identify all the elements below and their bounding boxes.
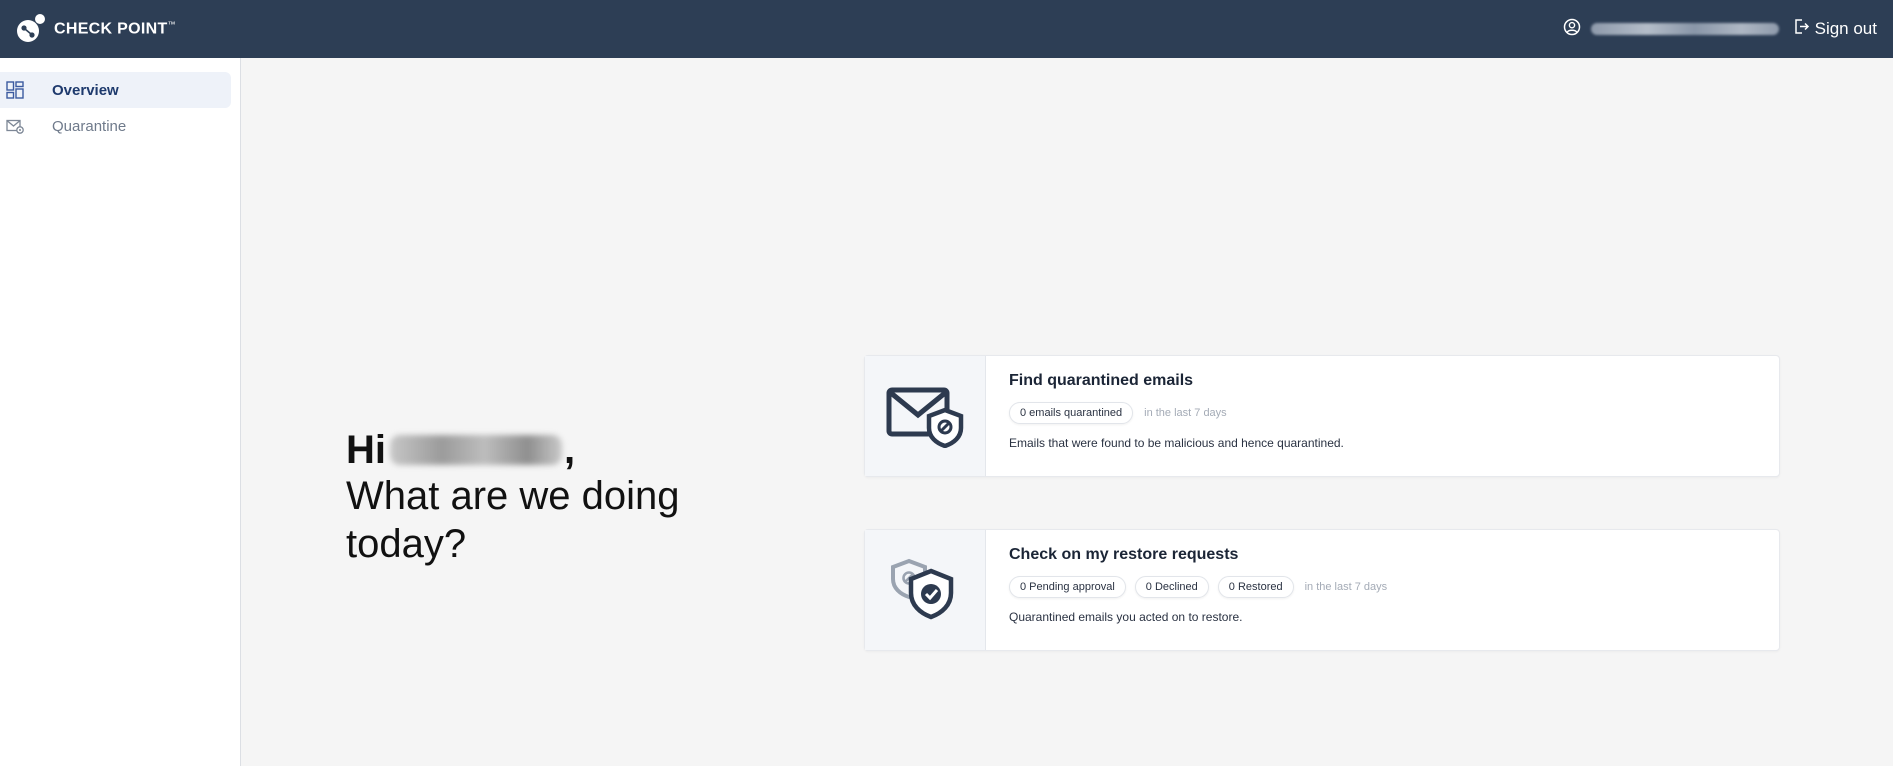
card-title: Check on my restore requests bbox=[1009, 546, 1239, 563]
user-menu[interactable] bbox=[1563, 18, 1779, 41]
sidebar-item-label: Quarantine bbox=[52, 117, 127, 135]
check-point-logo-icon bbox=[14, 12, 48, 46]
emails-quarantined-badge: 0 emails quarantined bbox=[1009, 402, 1134, 424]
restored-badge: 0 Restored bbox=[1217, 576, 1294, 598]
mail-shield-icon bbox=[865, 356, 986, 476]
user-name-redacted bbox=[390, 435, 562, 465]
card-title: Find quarantined emails bbox=[1009, 372, 1194, 389]
user-email-redacted bbox=[1590, 23, 1779, 35]
greeting-question: What are we doing today? bbox=[346, 474, 680, 566]
restore-requests-card[interactable]: Check on my restore requests 0 Pending a… bbox=[864, 529, 1780, 651]
pending-approval-badge: 0 Pending approval bbox=[1009, 576, 1126, 598]
period-label: in the last 7 days bbox=[1304, 581, 1388, 593]
mail-settings-icon bbox=[6, 117, 24, 135]
brand-name: CHECK POINT™ bbox=[54, 19, 176, 38]
period-label: in the last 7 days bbox=[1144, 407, 1227, 419]
user-circle-icon bbox=[1563, 18, 1581, 41]
shield-check-icon bbox=[865, 530, 986, 650]
brand-logo[interactable]: CHECK POINT™ bbox=[14, 12, 176, 46]
sign-out-button[interactable]: Sign out bbox=[1793, 18, 1877, 40]
sign-out-icon bbox=[1793, 18, 1810, 40]
dashboard-icon bbox=[6, 81, 24, 99]
sidebar-item-quarantine[interactable]: Quarantine bbox=[0, 108, 231, 144]
declined-badge: 0 Declined bbox=[1134, 576, 1209, 598]
greeting-comma: , bbox=[564, 428, 576, 472]
sidebar-item-label: Overview bbox=[52, 81, 119, 99]
sign-out-label: Sign out bbox=[1814, 19, 1877, 38]
greeting-hi: Hi bbox=[346, 428, 386, 472]
card-description: Quarantined emails you acted on to resto… bbox=[1009, 610, 1243, 624]
card-description: Emails that were found to be malicious a… bbox=[1009, 436, 1344, 450]
find-quarantined-emails-card[interactable]: Find quarantined emails 0 emails quarant… bbox=[864, 355, 1780, 477]
greeting-title: Hi , bbox=[346, 428, 746, 472]
sidebar: Overview Quarantine bbox=[0, 58, 241, 766]
greeting: Hi , What are we doing today? bbox=[346, 428, 746, 568]
sidebar-item-overview[interactable]: Overview bbox=[0, 72, 231, 108]
top-bar: CHECK POINT™ Sign out bbox=[0, 0, 1893, 58]
